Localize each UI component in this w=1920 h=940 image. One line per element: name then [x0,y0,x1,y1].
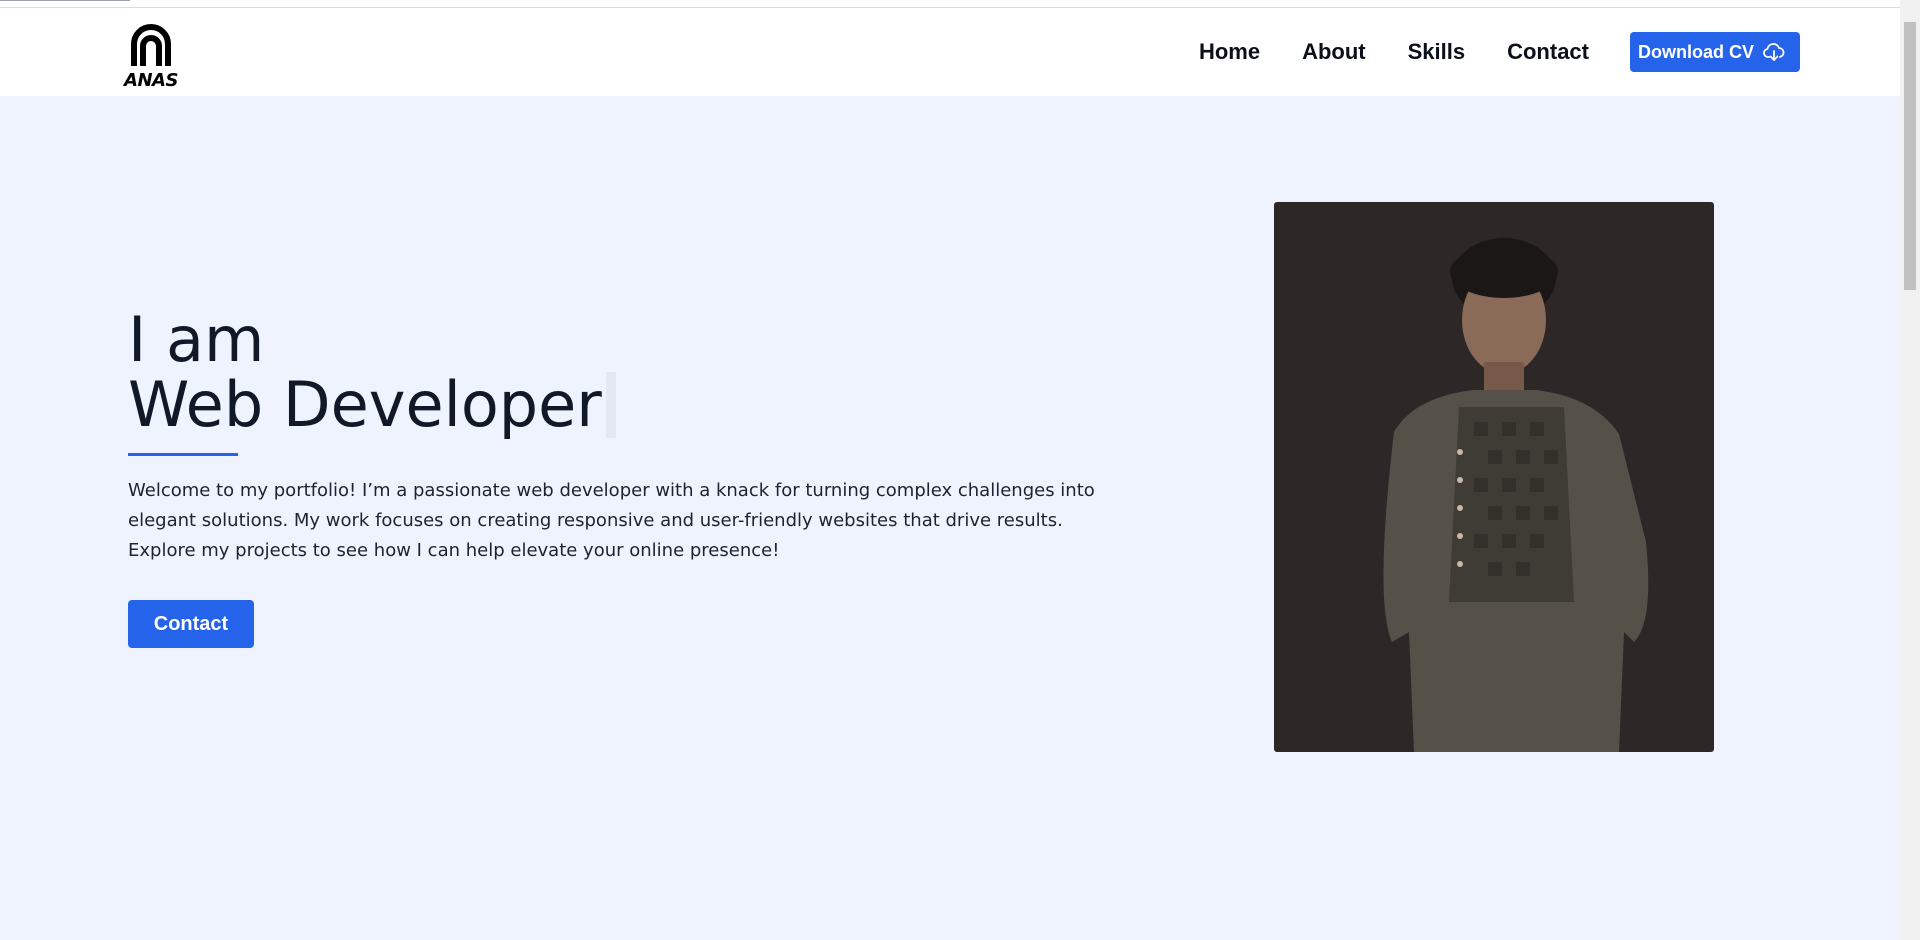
hero-title-line2: Web Developer [128,372,616,438]
nav-contact[interactable]: Contact [1507,39,1589,65]
hero-intro: Welcome to my portfolio! I’m a passionat… [128,480,1095,561]
download-cv-label: Download CV [1638,41,1754,62]
tab-edge [0,0,130,1]
page-scrollbar[interactable] [1900,0,1920,940]
site-logo[interactable]: ANAS [116,20,186,91]
typing-cursor [605,372,616,438]
nav-skills[interactable]: Skills [1408,39,1465,65]
logo-mark [131,24,171,66]
site-header: ANAS Home About Skills Contact Download … [0,8,1900,96]
hero-title-line1: I am [128,303,265,376]
main-nav: Home About Skills Contact Download CV [1199,32,1800,72]
profile-photo [1274,202,1714,752]
download-cv-button[interactable]: Download CV [1630,32,1800,72]
hero-title: I am Web Developer [128,308,616,438]
nav-home[interactable]: Home [1199,39,1260,65]
nav-about[interactable]: About [1302,39,1366,65]
scrollbar-thumb[interactable] [1904,22,1916,290]
logo-text: ANAS [124,70,178,91]
hero-contact-button[interactable]: Contact [128,600,254,648]
person-silhouette [1383,238,1649,752]
browser-top-edge [0,0,1900,8]
hero-role-text: Web Developer [128,368,602,441]
cloud-download-icon [1763,43,1785,61]
title-underline [128,453,238,456]
